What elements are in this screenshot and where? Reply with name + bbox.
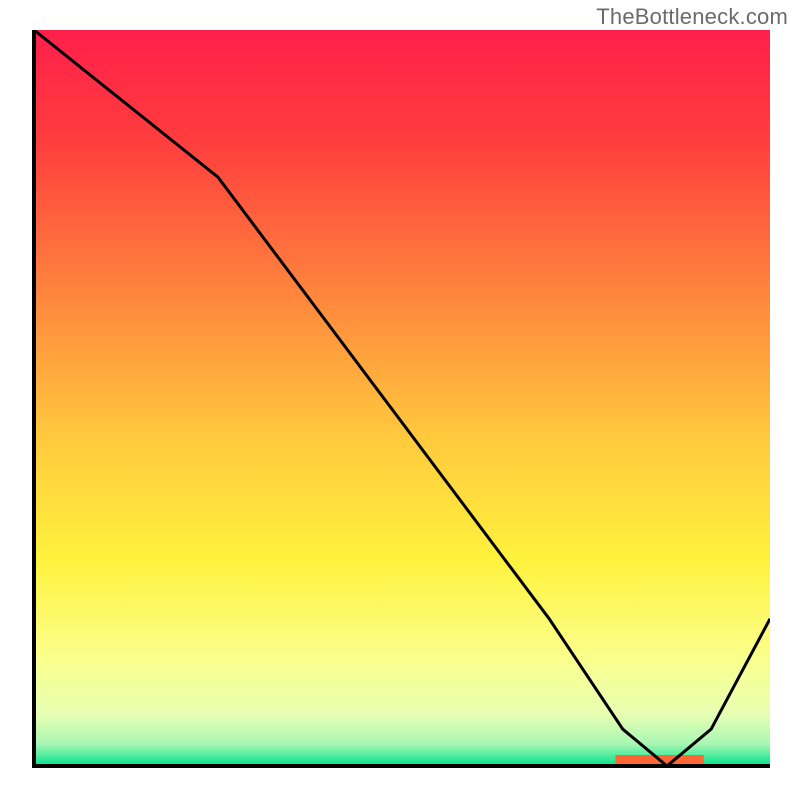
watermark-text: TheBottleneck.com [596, 4, 788, 30]
plot-svg [30, 30, 770, 770]
gradient-rect [34, 30, 770, 766]
chart-frame: TheBottleneck.com [0, 0, 800, 800]
plot-area [30, 30, 770, 770]
